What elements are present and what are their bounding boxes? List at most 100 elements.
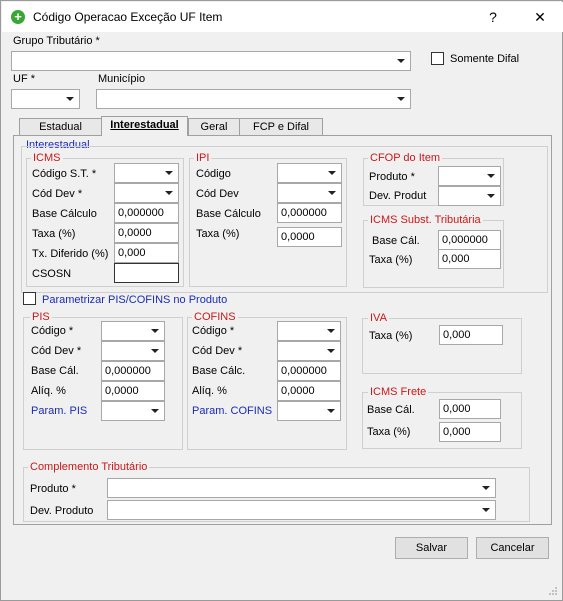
icms-frete-taxa-label: Taxa (%) xyxy=(367,426,411,438)
icms-frete-taxa-input[interactable]: 0,000 xyxy=(439,422,501,442)
chevron-down-icon xyxy=(66,97,74,101)
chevron-down-icon xyxy=(151,349,159,353)
param-pis-select[interactable] xyxy=(101,401,165,421)
cofins-base-cal-input[interactable]: 0,000000 xyxy=(277,361,341,381)
parametrizar-pis-cofins-label: Parametrizar PIS/COFINS no Produto xyxy=(42,294,228,306)
ipi-codigo-label: Código xyxy=(196,168,231,180)
pis-codigo-select[interactable] xyxy=(101,321,165,341)
complemento-produto-select[interactable] xyxy=(107,478,496,498)
cfop-title: CFOP do Item xyxy=(368,152,443,164)
chevron-down-icon xyxy=(327,409,335,413)
tab-estadual[interactable]: Estadual xyxy=(19,118,102,135)
cfop-dev-produt-label: Dev. Produt xyxy=(369,190,427,202)
cofins-codigo-label: Código * xyxy=(192,325,235,337)
complemento-title: Complemento Tributário xyxy=(28,461,150,473)
icms-tx-diferido-input[interactable]: 0,000 xyxy=(114,243,179,263)
ipi-base-calculo-input[interactable]: 0,000000 xyxy=(277,203,342,223)
cfop-dev-produt-select[interactable] xyxy=(438,186,501,206)
tab-interestadual-label: Interestadual xyxy=(110,119,179,131)
ipi-taxa-input[interactable]: 0,0000 xyxy=(277,227,342,247)
complemento-dev-produto-label: Dev. Produto xyxy=(30,505,94,517)
pis-base-cal-label: Base Cál. xyxy=(31,365,79,377)
somente-difal-label: Somente Difal xyxy=(450,53,520,65)
uf-label: UF * xyxy=(13,73,35,85)
chevron-down-icon xyxy=(165,191,173,195)
pis-cod-dev-label: Cód Dev * xyxy=(31,345,82,357)
icms-codigo-st-select[interactable] xyxy=(114,163,179,183)
grupo-tributario-select[interactable] xyxy=(11,51,411,71)
plus-circle-icon: + xyxy=(11,10,25,24)
iva-taxa-label: Taxa (%) xyxy=(369,330,413,342)
icms-tx-diferido-label: Tx. Diferido (%) xyxy=(32,248,109,260)
cofins-codigo-select[interactable] xyxy=(277,321,341,341)
chevron-down-icon xyxy=(397,59,405,63)
chevron-down-icon xyxy=(482,508,490,512)
pis-aliq-input[interactable]: 0,0000 xyxy=(101,381,165,401)
cofins-aliq-input[interactable]: 0,0000 xyxy=(277,381,341,401)
uf-select[interactable] xyxy=(11,89,80,109)
cfop-produto-label: Produto * xyxy=(369,171,415,183)
chevron-down-icon xyxy=(328,191,336,195)
cofins-aliq-label: Alíq. % xyxy=(192,385,227,397)
chevron-down-icon xyxy=(487,174,495,178)
chevron-down-icon xyxy=(327,349,335,353)
dialog-window: + Código Operacao Exceção UF Item ? ✕ Gr… xyxy=(0,0,563,601)
ipi-cod-dev-label: Cód Dev xyxy=(196,188,239,200)
ipi-title: IPI xyxy=(194,152,212,164)
municipio-label: Município xyxy=(98,73,146,85)
salvar-button[interactable]: Salvar xyxy=(395,537,468,559)
icms-codigo-st-label: Código S.T. * xyxy=(32,168,97,180)
icms-st-taxa-label: Taxa (%) xyxy=(369,254,413,266)
somente-difal-checkbox[interactable] xyxy=(431,52,444,65)
icms-frete-base-cal-input[interactable]: 0,000 xyxy=(439,399,501,419)
cofins-cod-dev-label: Cód Dev * xyxy=(192,345,243,357)
icms-cod-dev-select[interactable] xyxy=(114,183,179,203)
icms-st-base-cal-label: Base Cál. xyxy=(372,235,420,247)
cofins-base-cal-label: Base Cálc. xyxy=(192,365,246,377)
ipi-taxa-label: Taxa (%) xyxy=(196,228,240,240)
pis-base-cal-input[interactable]: 0,000000 xyxy=(101,361,165,381)
iva-taxa-input[interactable]: 0,000 xyxy=(439,325,503,345)
chevron-down-icon xyxy=(151,329,159,333)
ipi-base-calculo-label: Base Cálculo xyxy=(196,208,261,220)
icms-frete-title: ICMS Frete xyxy=(368,386,429,398)
tab-geral[interactable]: Geral xyxy=(188,118,240,135)
icms-base-calculo-input[interactable]: 0,000000 xyxy=(114,203,179,223)
cfop-produto-select[interactable] xyxy=(438,166,501,186)
ipi-cod-dev-select[interactable] xyxy=(277,183,342,203)
pis-title: PIS xyxy=(30,311,52,323)
pis-cod-dev-select[interactable] xyxy=(101,341,165,361)
chevron-down-icon xyxy=(151,409,159,413)
close-button[interactable]: ✕ xyxy=(525,6,555,28)
complemento-produto-label: Produto * xyxy=(30,483,76,495)
icms-csosn-label: CSOSN xyxy=(32,268,72,280)
ipi-codigo-select[interactable] xyxy=(277,163,342,183)
icms-st-title: ICMS Subst. Tributária xyxy=(368,214,483,226)
help-button[interactable]: ? xyxy=(478,6,508,28)
cancelar-button[interactable]: Cancelar xyxy=(476,537,549,559)
tab-interestadual[interactable]: Interestadual xyxy=(101,116,188,136)
cofins-cod-dev-select[interactable] xyxy=(277,341,341,361)
param-pis-label: Param. PIS xyxy=(31,405,88,417)
chevron-down-icon xyxy=(397,97,405,101)
chevron-down-icon xyxy=(482,486,490,490)
icms-st-base-cal-input[interactable]: 0,000000 xyxy=(438,230,501,250)
param-cofins-label: Param. COFINS xyxy=(192,405,273,417)
icms-frete-base-cal-label: Base Cál. xyxy=(367,404,415,416)
chevron-down-icon xyxy=(327,329,335,333)
tab-fcp-difal[interactable]: FCP e Difal xyxy=(239,118,323,135)
resize-grip-icon[interactable] xyxy=(548,586,558,596)
parametrizar-pis-cofins-checkbox[interactable] xyxy=(23,292,36,305)
icms-csosn-input[interactable] xyxy=(114,263,179,283)
pis-aliq-label: Alíq. % xyxy=(31,385,66,397)
icms-st-taxa-input[interactable]: 0,000 xyxy=(438,249,501,269)
cofins-title: COFINS xyxy=(192,311,238,323)
municipio-select[interactable] xyxy=(96,89,411,109)
icms-taxa-label: Taxa (%) xyxy=(32,228,76,240)
param-cofins-select[interactable] xyxy=(277,401,341,421)
icms-taxa-input[interactable]: 0,0000 xyxy=(114,223,179,243)
complemento-dev-produto-select[interactable] xyxy=(107,500,496,520)
icms-cod-dev-label: Cód Dev * xyxy=(32,188,83,200)
chevron-down-icon xyxy=(165,171,173,175)
grupo-tributario-label: Grupo Tributário * xyxy=(13,35,100,47)
